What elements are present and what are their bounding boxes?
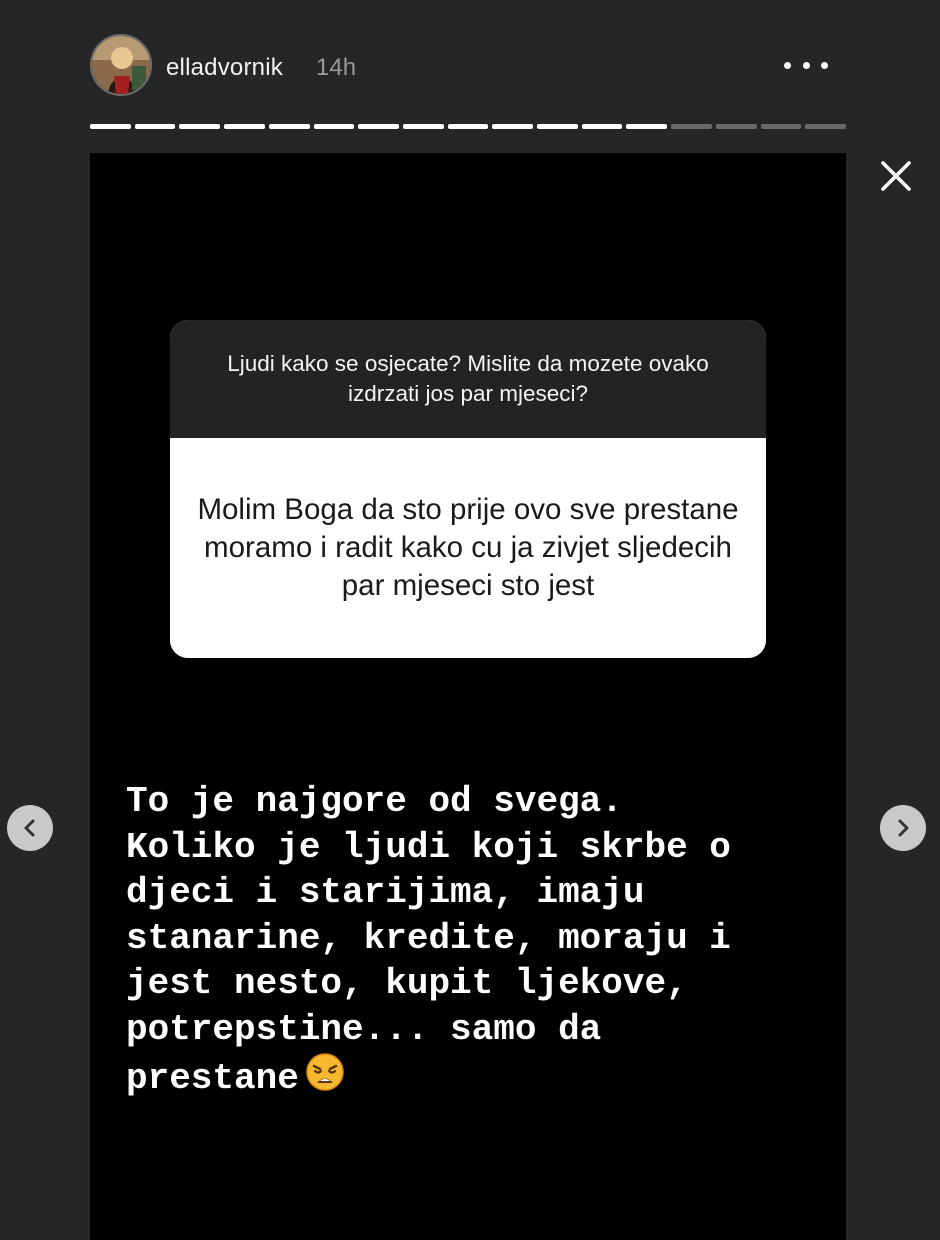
progress-segment: [492, 124, 534, 129]
progress-segment: [581, 124, 623, 129]
more-horizontal-icon: [784, 61, 791, 69]
progress-segment: [224, 124, 265, 129]
chevron-right-icon: [898, 819, 909, 837]
progress-segment: [447, 124, 489, 129]
progress-segment: [760, 124, 802, 129]
more-options-button[interactable]: [784, 50, 828, 80]
progress-segment: [313, 124, 355, 129]
progress-segment: [90, 124, 131, 129]
progress-segment: [179, 124, 221, 129]
progress-segment: [715, 124, 757, 129]
answer-text: Molim Boga da sto prije ovo sve prestane…: [170, 438, 766, 658]
progress-segment: [805, 124, 846, 129]
close-button[interactable]: [878, 158, 914, 194]
progress-segment: [537, 124, 578, 129]
weary-face-emoji-icon: [305, 1052, 345, 1106]
story-header: elladvornik 14h: [90, 34, 846, 98]
progress-segment: [402, 124, 444, 129]
avatar[interactable]: [90, 34, 152, 96]
story-timestamp: 14h: [316, 54, 357, 81]
caption-text: To je najgore od svega. Koliko je ljudi …: [126, 781, 731, 1099]
story-content[interactable]: Ljudi kako se osjecate? Mislite da mozet…: [90, 153, 846, 1240]
profile-photo-icon: [92, 36, 150, 94]
progress-segment: [268, 124, 310, 129]
progress-segment: [358, 124, 399, 129]
question-sticker: Ljudi kako se osjecate? Mislite da mozet…: [170, 320, 766, 658]
next-story-button[interactable]: [880, 805, 926, 851]
progress-segment: [626, 124, 668, 129]
previous-story-button[interactable]: [7, 805, 53, 851]
close-icon: [881, 161, 911, 191]
story-viewer: elladvornik 14h Ljudi kako se osjecate? …: [0, 0, 940, 1240]
username[interactable]: elladvornik: [166, 54, 283, 82]
progress-segment: [134, 124, 176, 129]
question-text: Ljudi kako se osjecate? Mislite da mozet…: [170, 320, 766, 438]
story-progress-bar: [90, 124, 846, 130]
story-caption: To je najgore od svega. Koliko je ljudi …: [126, 779, 826, 1106]
progress-segment: [671, 124, 712, 129]
chevron-left-icon: [24, 819, 35, 837]
